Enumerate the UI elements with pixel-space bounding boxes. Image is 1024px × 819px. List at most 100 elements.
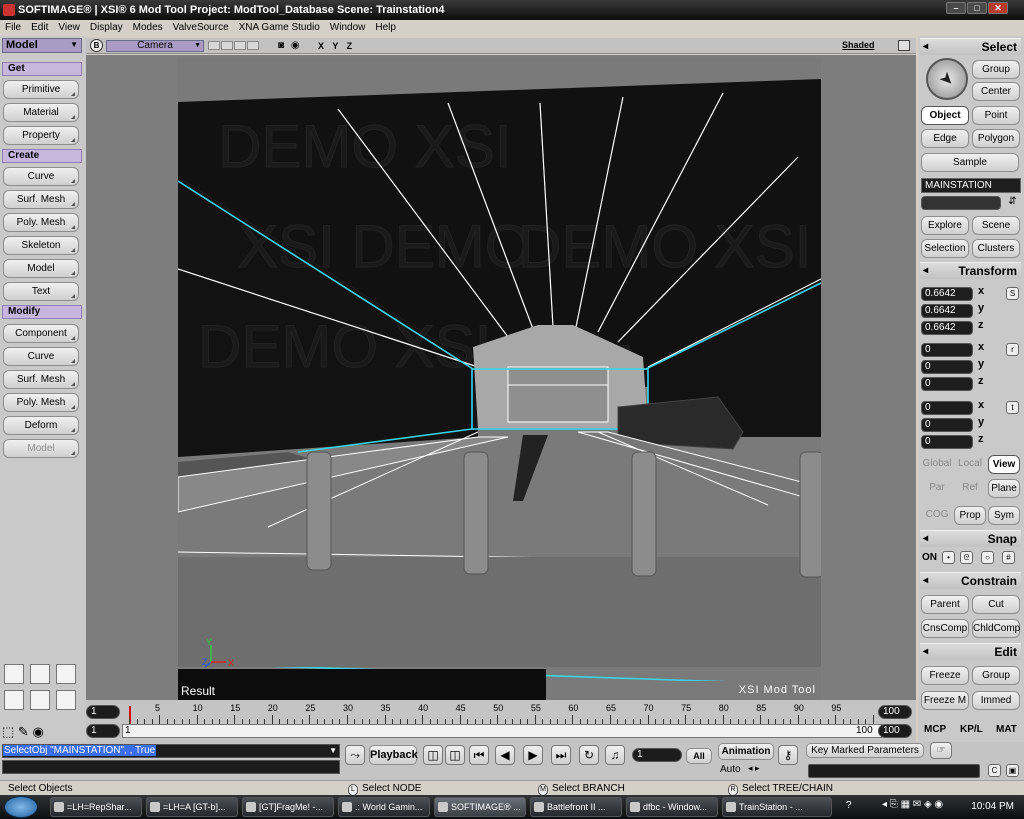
3d-viewport[interactable]: DEMO XSI XSI DEMO DEMO XSI DEMO XSI XSI (178, 57, 821, 700)
axis-x-label[interactable]: x (978, 341, 984, 353)
scale-z-field[interactable]: 0.6642 (921, 321, 973, 335)
create-curve-button[interactable]: Curve (3, 167, 79, 186)
get-primitive-button[interactable]: Primitive (3, 80, 79, 99)
tray-icons[interactable]: ◂ ⎘ ▦ ✉ ◈ ◉ (882, 799, 943, 810)
lock-icon[interactable]: ▣ (1006, 764, 1019, 777)
clock[interactable]: 10:04 PM (971, 801, 1014, 812)
maximize-viewport-icon[interactable] (898, 40, 910, 51)
key-nav-arrows-icon[interactable]: ◂ ▸ (748, 763, 760, 774)
ref-button[interactable]: Ref (954, 479, 986, 498)
prev-frame-icon[interactable]: ◀ (495, 745, 515, 765)
translate-x-field[interactable]: 0 (921, 401, 973, 415)
edit-section-header[interactable]: Edit (920, 643, 1021, 660)
taskbar-item[interactable]: =LH=RepShar... (50, 797, 142, 817)
edge-filter-button[interactable]: Edge (921, 129, 969, 148)
auto-key-toggle[interactable]: Auto (720, 764, 741, 775)
layout-single-icon[interactable] (56, 690, 76, 710)
tab-mat[interactable]: MAT (996, 724, 1017, 735)
axis-z-label[interactable]: z (978, 433, 984, 445)
transform-section-header[interactable]: Transform (920, 262, 1021, 279)
taskbar-item[interactable]: .: World Gamin... (338, 797, 430, 817)
polygon-filter-button[interactable]: Polygon (972, 129, 1020, 148)
cut-button[interactable]: Cut (972, 595, 1020, 614)
marked-params-field[interactable] (808, 764, 980, 778)
freeze-m-button[interactable]: Freeze M (921, 691, 969, 710)
camera-icon[interactable]: ◙ (278, 40, 284, 51)
section-create[interactable]: Create (2, 149, 82, 163)
timeline-end-field[interactable]: 100 (878, 705, 912, 719)
taskbar-item[interactable]: [GT]FragMe! -... (242, 797, 334, 817)
cnscomp-button[interactable]: CnsComp (921, 619, 969, 638)
modify-model-button[interactable]: Model (3, 439, 79, 458)
axis-y-label[interactable]: y (978, 358, 984, 370)
explore-button[interactable]: Explore (921, 216, 969, 235)
immed-button[interactable]: Immed (972, 691, 1020, 710)
select-tool-icon[interactable] (926, 58, 968, 100)
module-selector[interactable]: Model (2, 38, 82, 53)
select-section-header[interactable]: Select (920, 38, 1021, 55)
scale-y-field[interactable]: 0.6642 (921, 304, 973, 318)
layout-stack-icon[interactable] (30, 690, 50, 710)
key-icon[interactable]: ⚷ (778, 745, 798, 765)
freeze-button[interactable]: Freeze (921, 666, 969, 685)
modify-surf-mesh-button[interactable]: Surf. Mesh (3, 370, 79, 389)
rotate-z-field[interactable]: 0 (921, 377, 973, 391)
par-button[interactable]: Par (920, 479, 954, 498)
menu-edit[interactable]: Edit (26, 20, 53, 33)
timeline-current-frame-field[interactable]: 1 (86, 724, 120, 738)
snap-point-icon[interactable]: • (942, 551, 955, 564)
close-button[interactable]: ✕ (988, 2, 1008, 14)
layout-four-view-icon[interactable] (4, 664, 24, 684)
menu-display[interactable]: Display (85, 20, 128, 33)
camera-selector[interactable]: Camera (106, 40, 204, 52)
snap-surface-icon[interactable]: ○ (981, 551, 994, 564)
minimize-button[interactable]: – (946, 2, 966, 14)
axis-z-label[interactable]: z (978, 375, 984, 387)
last-frame-icon[interactable]: ◫ (445, 745, 465, 765)
script-command-line[interactable]: SelectObj "MAINSTATION", , True (2, 744, 340, 758)
tab-kpl[interactable]: KP/L (960, 724, 983, 735)
script-log-line[interactable] (2, 760, 340, 774)
start-button[interactable] (4, 796, 38, 818)
selection-history-field[interactable] (921, 196, 1001, 210)
section-modify[interactable]: Modify (2, 305, 82, 319)
create-text-button[interactable]: Text (3, 282, 79, 301)
audio-icon[interactable]: ♫ (605, 745, 625, 765)
timeline-ruler[interactable]: 5 10 15 20 25 30 35 40 45 50 55 60 65 70 75 80 85 90 95 (126, 700, 876, 724)
axis-z-label[interactable]: z (978, 319, 984, 331)
time-range-slider[interactable]: 1 (122, 724, 882, 738)
snap-section-header[interactable]: Snap (920, 530, 1021, 547)
chldcomp-button[interactable]: ChldComp (972, 619, 1020, 638)
create-surf-mesh-button[interactable]: Surf. Mesh (3, 190, 79, 209)
timeline-start-field[interactable]: 1 (86, 705, 120, 719)
group-button[interactable]: Group (972, 60, 1020, 79)
rotate-x-field[interactable]: 0 (921, 343, 973, 357)
modify-component-button[interactable]: Component (3, 324, 79, 343)
group-edit-button[interactable]: Group (972, 666, 1020, 685)
create-model-button[interactable]: Model (3, 259, 79, 278)
timeline-range-end-field[interactable]: 100 (878, 724, 912, 738)
memo-slot[interactable] (221, 41, 233, 50)
taskbar-item[interactable]: dfbc - Window... (626, 797, 718, 817)
section-get[interactable]: Get (2, 62, 82, 76)
script-editor-icon[interactable]: ⤳ (345, 745, 365, 765)
snap-on-toggle[interactable]: ON (922, 552, 937, 563)
point-filter-button[interactable]: Point (972, 106, 1020, 125)
brush-icon[interactable]: ✎ (18, 724, 29, 739)
get-material-button[interactable]: Material (3, 103, 79, 122)
key-marked-parameters-button[interactable]: Key Marked Parameters (806, 743, 924, 758)
eye-icon[interactable]: ◉ (291, 40, 300, 51)
prop-button[interactable]: Prop (954, 506, 986, 525)
scale-x-field[interactable]: 0.6642 (921, 287, 973, 301)
axis-x-label[interactable]: x (978, 285, 984, 297)
loop-icon[interactable]: ↻ (579, 745, 599, 765)
axis-x-label[interactable]: x (978, 399, 984, 411)
cog-button[interactable]: COG (920, 506, 954, 525)
modify-curve-button[interactable]: Curve (3, 347, 79, 366)
snap-curve-icon[interactable]: ᘓ (960, 551, 973, 564)
get-property-button[interactable]: Property (3, 126, 79, 145)
taskbar-item[interactable]: =LH=A [GT-b]... (146, 797, 238, 817)
memo-slot[interactable] (247, 41, 259, 50)
plane-button[interactable]: Plane (988, 479, 1020, 498)
viewport-b-button[interactable]: B (90, 39, 103, 52)
